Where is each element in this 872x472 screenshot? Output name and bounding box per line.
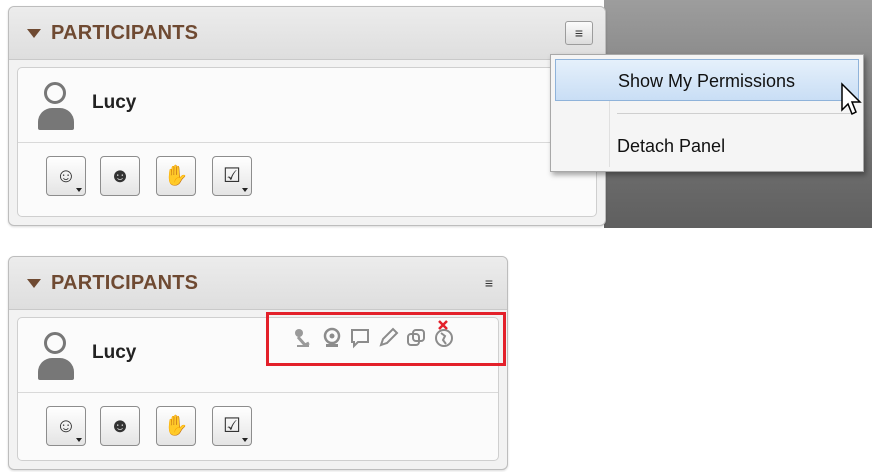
menu-item-show-my-permissions[interactable]: Show My Permissions xyxy=(555,59,859,101)
participant-row[interactable]: Lucy xyxy=(18,312,506,393)
panel-title: PARTICIPANTS xyxy=(51,22,199,44)
checkbox-icon: ☑ xyxy=(223,415,241,437)
step-away-button[interactable]: ☻ xyxy=(100,156,140,196)
checkbox-icon: ☑ xyxy=(223,165,241,187)
avatar-icon xyxy=(38,332,74,382)
raise-hand-icon: ✋ xyxy=(163,165,189,187)
avatar-icon xyxy=(38,82,74,132)
participants-list: Lucy ☺ ☻ ✋ ☑ xyxy=(17,67,597,217)
agree-button[interactable]: ☑ xyxy=(212,406,252,446)
participant-toolbar: ☺ ☻ ✋ ☑ xyxy=(18,142,596,212)
participant-name: Lucy xyxy=(92,342,137,363)
raise-hand-button[interactable]: ✋ xyxy=(156,156,196,196)
menu-separator xyxy=(617,113,855,114)
chat-bubble-icon xyxy=(351,329,369,349)
raise-hand-icon: ✋ xyxy=(163,415,189,437)
panel-dropdown-menu: Show My Permissions Detach Panel xyxy=(550,54,864,172)
step-away-button[interactable]: ☻ xyxy=(100,406,140,446)
menu-lines-icon: ≡ xyxy=(574,25,584,41)
panel-header[interactable]: PARTICIPANTS ≡ xyxy=(9,257,507,310)
menu-item-detach-panel[interactable]: Detach Panel xyxy=(555,125,859,167)
webcam-icon xyxy=(323,327,341,347)
deny-x-icon xyxy=(438,320,448,330)
user-clock-icon: ☻ xyxy=(109,415,131,437)
status-button[interactable]: ☺ xyxy=(46,156,86,196)
panel-menu-button[interactable]: ≡ xyxy=(475,271,503,295)
panel-menu-button[interactable]: ≡ xyxy=(565,21,593,45)
participants-panel-permissions: PARTICIPANTS ≡ Lucy ☺ ☻ ✋ ☑ xyxy=(8,256,508,470)
participants-panel: PARTICIPANTS ≡ Lucy ☺ ☻ ✋ ☑ xyxy=(8,6,606,226)
menu-lines-icon: ≡ xyxy=(484,275,494,291)
screen-share-icon xyxy=(407,329,425,346)
participant-name: Lucy xyxy=(92,92,137,113)
participant-row[interactable]: Lucy xyxy=(18,68,596,143)
permission-icons-highlight xyxy=(266,312,506,366)
smiley-status-icon: ☺ xyxy=(55,165,77,187)
smiley-status-icon: ☺ xyxy=(55,415,77,437)
screenshot-with-menu: PARTICIPANTS ≡ Lucy ☺ ☻ ✋ ☑ Show My Perm… xyxy=(0,0,872,228)
status-button[interactable]: ☺ xyxy=(46,406,86,446)
collapse-triangle-icon[interactable] xyxy=(27,279,41,288)
raise-hand-button[interactable]: ✋ xyxy=(156,406,196,446)
microphone-disabled-icon xyxy=(295,329,310,347)
collapse-triangle-icon[interactable] xyxy=(27,29,41,38)
participant-toolbar: ☺ ☻ ✋ ☑ xyxy=(18,392,498,462)
pencil-icon xyxy=(379,327,399,347)
user-clock-icon: ☻ xyxy=(109,165,131,187)
mouse-pointer-icon xyxy=(841,82,862,116)
panel-title: PARTICIPANTS xyxy=(51,272,199,294)
agree-button[interactable]: ☑ xyxy=(212,156,252,196)
participants-list: Lucy ☺ ☻ ✋ ☑ xyxy=(17,312,506,462)
panel-header[interactable]: PARTICIPANTS ≡ xyxy=(9,7,605,60)
